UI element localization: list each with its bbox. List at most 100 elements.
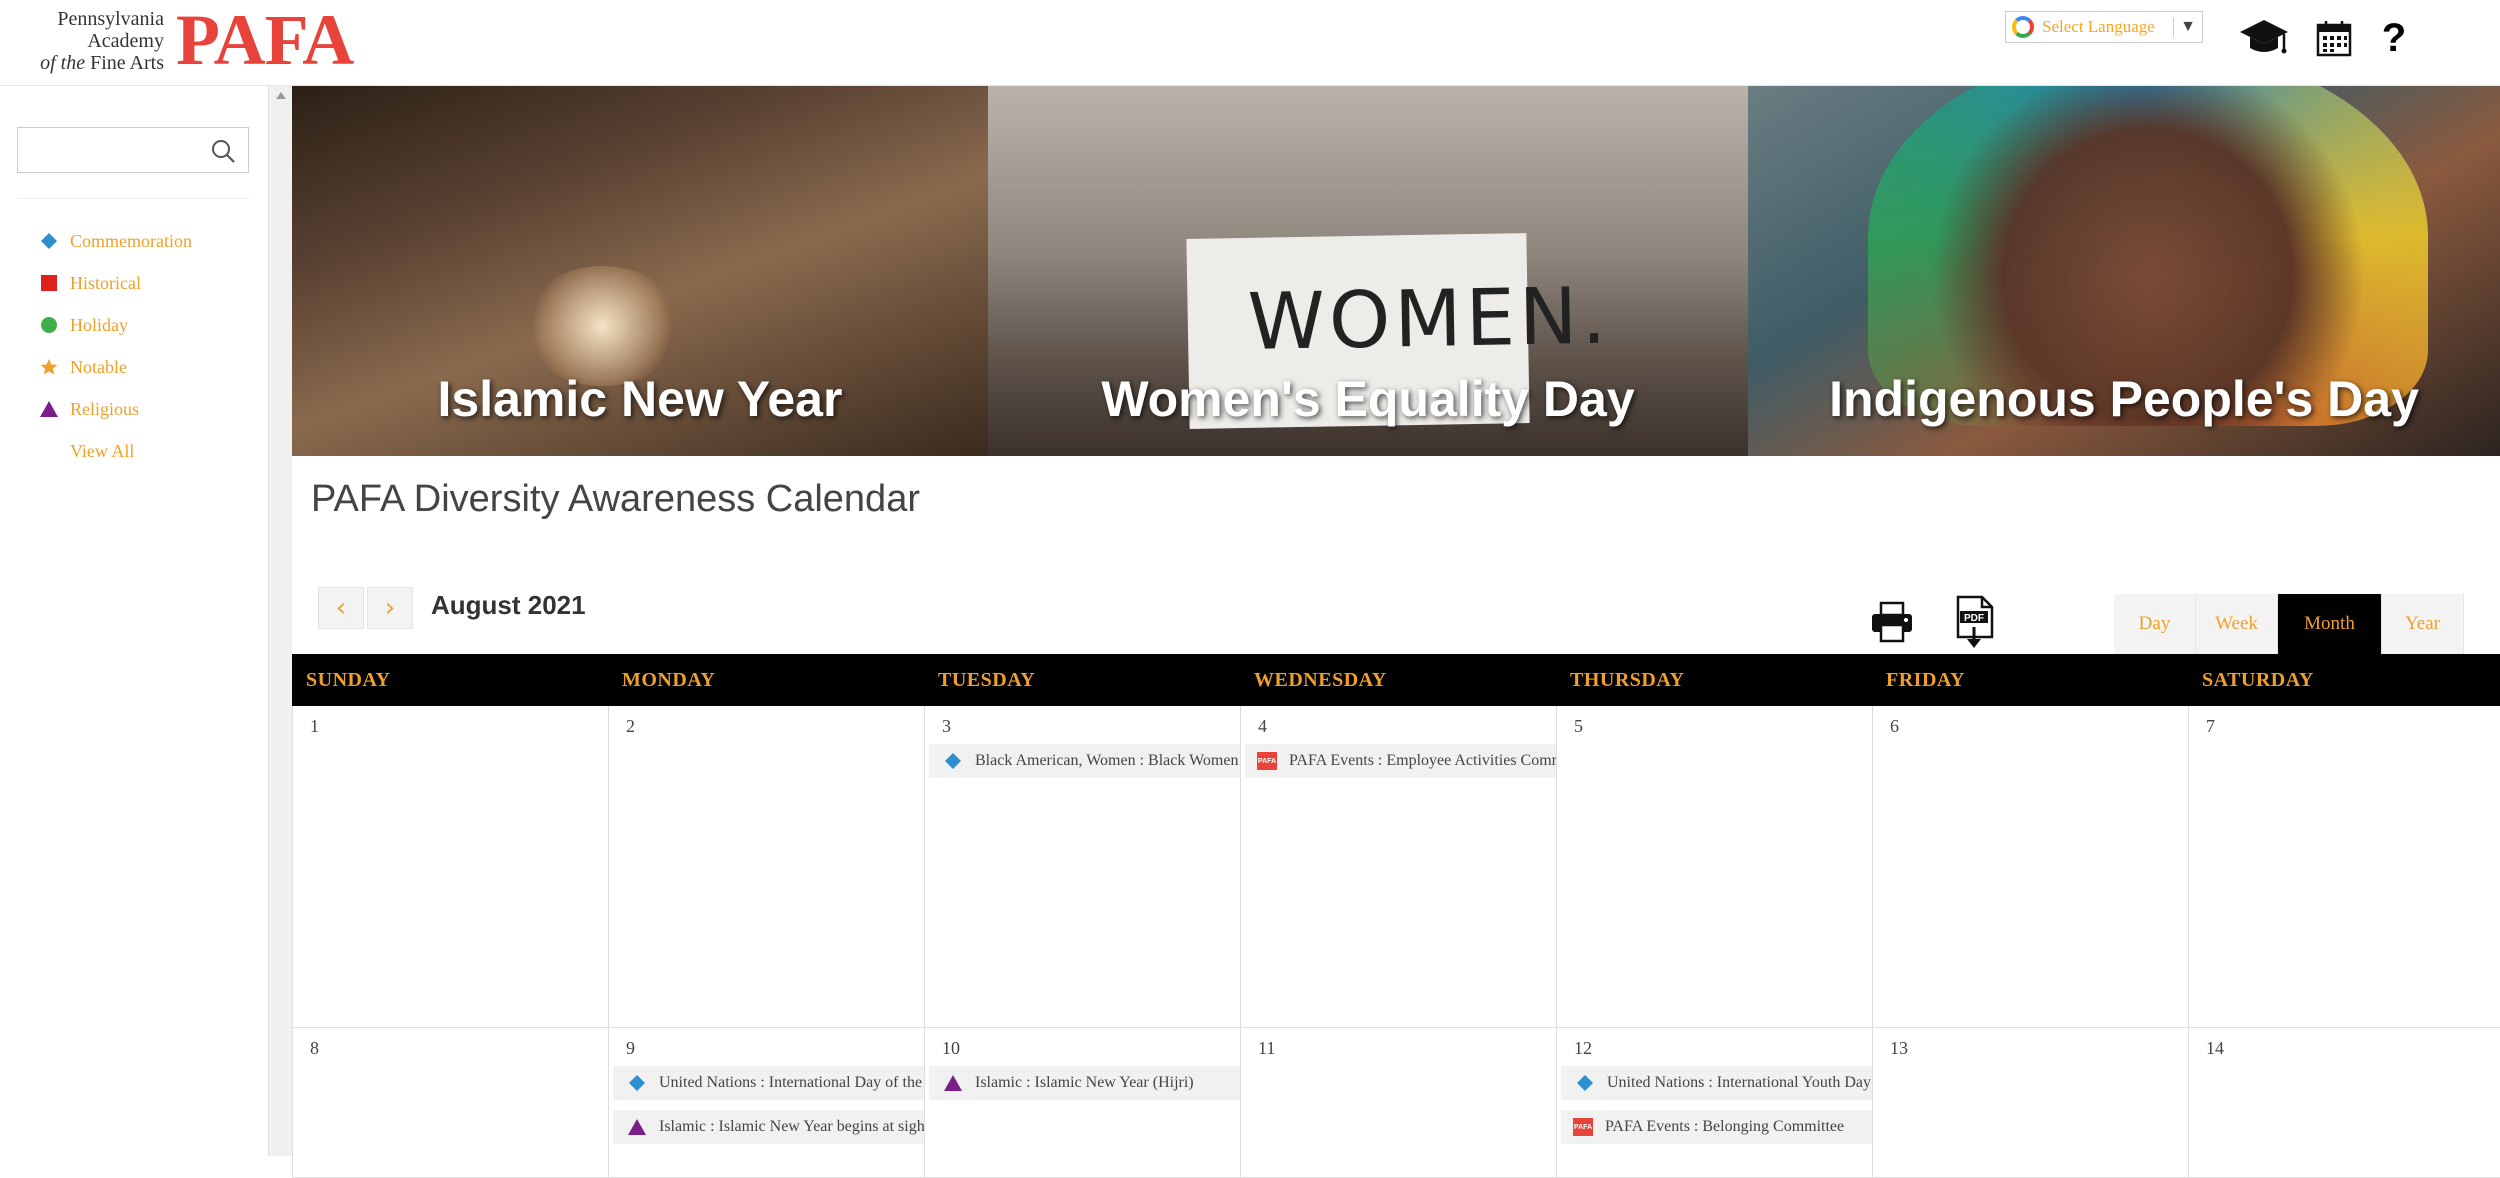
day-cell[interactable]: 4 PAFA PAFA Events : Employee Activities… — [1240, 706, 1556, 1027]
search-icon[interactable] — [210, 138, 236, 169]
sidebar: Commemoration Historical Holiday Notable… — [0, 86, 268, 1156]
weekday-wednesday: WEDNESDAY — [1254, 668, 1387, 691]
day-number: 11 — [1258, 1038, 1276, 1058]
scroll-up-arrow-icon[interactable] — [276, 92, 286, 99]
search-input[interactable] — [18, 128, 198, 172]
weekday-tuesday: TUESDAY — [938, 668, 1036, 691]
legend-label: Religious — [70, 398, 140, 419]
sidebar-scrollbar[interactable] — [268, 86, 292, 1156]
day-number: 1 — [310, 716, 319, 736]
current-month-label: August 2021 — [431, 590, 586, 620]
day-number: 2 — [626, 716, 635, 736]
calendar-event[interactable]: United Nations : International Youth Day — [1561, 1066, 1872, 1100]
diamond-icon — [1575, 1073, 1595, 1093]
day-number: 8 — [310, 1038, 319, 1058]
event-title: Black American, Women : Black Women — [975, 752, 1239, 769]
view-label: Day — [2138, 613, 2171, 634]
weekday-thursday: THURSDAY — [1570, 668, 1685, 691]
day-cell[interactable]: 8 — [292, 1028, 608, 1177]
calendar-event[interactable]: United Nations : International Day of th… — [613, 1066, 924, 1100]
diamond-icon — [627, 1073, 647, 1093]
day-number: 13 — [1890, 1038, 1908, 1058]
weekday-saturday: SATURDAY — [2202, 668, 2314, 691]
help-icon[interactable]: ? — [2366, 14, 2422, 62]
view-day-button[interactable]: Day — [2114, 594, 2196, 654]
day-number: 10 — [942, 1038, 960, 1058]
legend-item-holiday[interactable]: Holiday — [40, 304, 192, 346]
help-glyph: ? — [2381, 15, 2407, 60]
view-switcher: Day Week Month Year — [2114, 594, 2464, 654]
legend-item-historical[interactable]: Historical — [40, 262, 192, 304]
calendar-event[interactable]: Islamic : Islamic New Year (Hijri) — [929, 1066, 1240, 1100]
weekday-header: SUNDAY MONDAY TUESDAY WEDNESDAY THURSDAY… — [292, 654, 2500, 706]
banner-panel-islamic-new-year: Islamic New Year — [292, 86, 988, 456]
day-number: 7 — [2206, 716, 2215, 736]
day-cell[interactable]: 5 — [1556, 706, 1872, 1027]
triangle-icon — [943, 1073, 963, 1093]
logo-line-1: Pennsylvania — [57, 8, 164, 30]
triangle-icon — [40, 400, 58, 418]
day-cell[interactable]: 9 United Nations : International Day of … — [608, 1028, 924, 1177]
logo-text[interactable]: Pennsylvania Academy of the Fine Arts — [38, 8, 164, 74]
event-title: United Nations : International Day of th… — [659, 1074, 923, 1091]
view-label: Year — [2404, 613, 2440, 634]
legend-item-commemoration[interactable]: Commemoration — [40, 220, 192, 262]
day-cell[interactable]: 14 — [2188, 1028, 2500, 1177]
view-all-label: View All — [70, 440, 135, 461]
day-cell[interactable]: 11 — [1240, 1028, 1556, 1177]
banner-panel-indigenous-peoples-day: Indigenous People's Day — [1748, 86, 2500, 456]
calendar-event[interactable]: Black American, Women : Black Women — [929, 744, 1240, 778]
legend-item-notable[interactable]: Notable — [40, 346, 192, 388]
view-week-button[interactable]: Week — [2196, 594, 2278, 654]
event-title: United Nations : International Youth Day — [1607, 1074, 1871, 1091]
prev-month-button[interactable]: ‹ — [318, 587, 364, 629]
month-calendar: SUNDAY MONDAY TUESDAY WEDNESDAY THURSDAY… — [292, 654, 2500, 1178]
pdf-download-icon[interactable]: PDF — [1950, 595, 1998, 648]
day-number: 6 — [1890, 716, 1899, 736]
pafa-icon-mark: PAFA — [1573, 1118, 1593, 1136]
calendar-icon[interactable] — [2306, 14, 2362, 62]
day-cell[interactable]: 6 — [1872, 706, 2188, 1027]
sidebar-divider — [17, 198, 249, 199]
day-cell[interactable]: 3 Black American, Women : Black Women — [924, 706, 1240, 1027]
page-title: PAFA Diversity Awareness Calendar — [311, 478, 920, 520]
event-title: Islamic : Islamic New Year (Hijri) — [975, 1074, 1194, 1091]
sign-text: WOMEN. — [1247, 271, 1611, 368]
day-cell[interactable]: 13 — [1872, 1028, 2188, 1177]
legend-item-religious[interactable]: Religious — [40, 388, 192, 430]
pafa-logo[interactable]: PAFA — [176, 4, 354, 76]
weekday-monday: MONDAY — [622, 668, 716, 691]
dropdown-arrow-icon: ▼ — [2180, 18, 2196, 35]
event-title: Islamic : Islamic New Year begins at sig… — [659, 1118, 924, 1135]
day-cell[interactable]: 12 United Nations : International Youth … — [1556, 1028, 1872, 1177]
weekday-friday: FRIDAY — [1886, 668, 1965, 691]
day-cell[interactable]: 1 — [292, 706, 608, 1027]
day-cell[interactable]: 7 — [2188, 706, 2500, 1027]
search-box[interactable] — [17, 127, 249, 173]
view-month-button[interactable]: Month — [2278, 594, 2382, 654]
diamond-icon — [943, 751, 963, 771]
day-number: 4 — [1258, 716, 1267, 736]
weekday-sunday: SUNDAY — [306, 668, 391, 691]
pafa-icon-mark: PAFA — [1257, 752, 1277, 770]
banner-title: Indigenous People's Day — [1829, 371, 2419, 427]
language-label: Select Language — [2042, 17, 2155, 36]
sparkler-glow — [522, 266, 682, 386]
next-month-button[interactable]: › — [367, 587, 413, 629]
view-year-button[interactable]: Year — [2382, 594, 2464, 654]
day-number: 12 — [1574, 1038, 1592, 1058]
google-icon — [2012, 16, 2034, 38]
calendar-event[interactable]: PAFA PAFA Events : Employee Activities C… — [1245, 744, 1556, 778]
day-number: 3 — [942, 716, 951, 736]
language-separator — [2173, 17, 2175, 37]
calendar-event[interactable]: PAFA PAFA Events : Belonging Committee — [1561, 1110, 1872, 1144]
day-cell[interactable]: 2 — [608, 706, 924, 1027]
print-icon[interactable] — [1868, 596, 1916, 648]
day-cell[interactable]: 10 Islamic : Islamic New Year (Hijri) — [924, 1028, 1240, 1177]
legend-label: Historical — [70, 272, 141, 293]
view-all-link[interactable]: View All — [40, 430, 192, 472]
calendar-event[interactable]: Islamic : Islamic New Year begins at sig… — [613, 1110, 924, 1144]
graduation-cap-icon[interactable] — [2236, 14, 2292, 62]
star-icon — [40, 358, 58, 376]
language-selector[interactable]: Select Language ▼ — [2005, 11, 2203, 43]
